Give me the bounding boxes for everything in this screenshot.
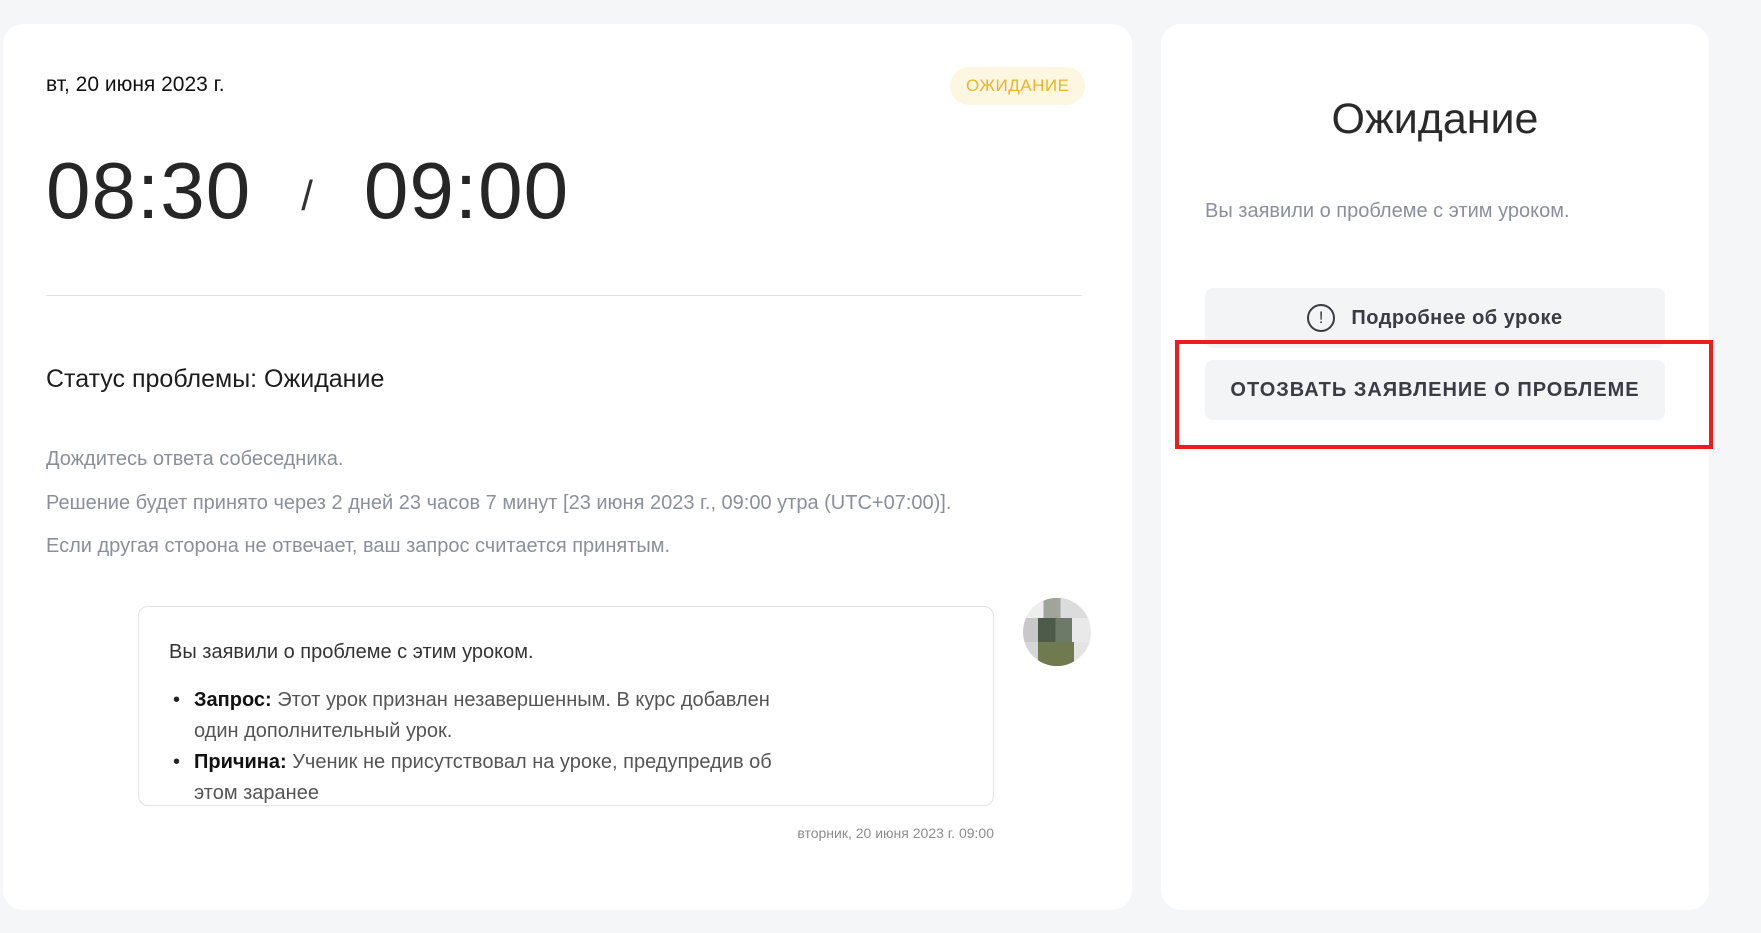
request-text: Этот урок признан незавершенным. В курс … — [194, 689, 770, 742]
withdraw-problem-button[interactable]: ОТОЗВАТЬ ЗАЯВЛЕНИЕ О ПРОБЛЕМЕ — [1205, 360, 1665, 420]
message-details-list: • Запрос: Этот урок признан незавершенным… — [169, 685, 809, 809]
message-bubble: Вы заявили о проблеме с этим уроком. • За… — [138, 606, 994, 806]
message-intro: Вы заявили о проблеме с этим уроком. — [169, 641, 534, 663]
bullet: • — [173, 751, 181, 773]
panel-title: Ожидание — [1331, 95, 1539, 143]
avatar-pixel-band — [1023, 598, 1091, 618]
lesson-details-button[interactable]: ! Подробнее об уроке — [1205, 288, 1665, 348]
request-label: Запрос: — [194, 689, 272, 711]
list-item: • Причина: Ученик не присутствовал на уро… — [169, 747, 809, 809]
reason-label: Причина: — [194, 751, 287, 773]
start-time: 08:30 — [46, 146, 252, 235]
status-badge: ОЖИДАНИЕ — [950, 67, 1086, 105]
problem-info-line: Решение будет принято через 2 дней 23 ча… — [46, 492, 952, 514]
lesson-date: вт, 20 июня 2023 г. — [46, 73, 225, 96]
message-timestamp: вторник, 20 июня 2023 г. 09:00 — [797, 825, 994, 841]
time-separator: / — [301, 172, 314, 219]
problem-info-line: Если другая сторона не отвечает, ваш зап… — [46, 535, 671, 557]
problem-info-line: Дождитесь ответа собеседника. — [46, 448, 344, 470]
problem-status-title: Статус проблемы: Ожидание — [46, 365, 385, 393]
info-circle-icon: ! — [1307, 304, 1336, 332]
divider — [46, 295, 1082, 296]
end-time: 09:00 — [363, 146, 570, 235]
status-panel — [1161, 24, 1709, 910]
bullet: • — [173, 689, 181, 711]
list-item: • Запрос: Этот урок признан незавершенным… — [169, 685, 809, 747]
panel-description: Вы заявили о проблеме с этим уроком. — [1205, 200, 1570, 222]
lesson-time-range: 08:30 / 09:00 — [46, 145, 569, 237]
avatar-pixel-band — [1023, 642, 1091, 666]
lesson-details-label: Подробнее об уроке — [1351, 306, 1563, 329]
avatar[interactable] — [1023, 598, 1091, 666]
